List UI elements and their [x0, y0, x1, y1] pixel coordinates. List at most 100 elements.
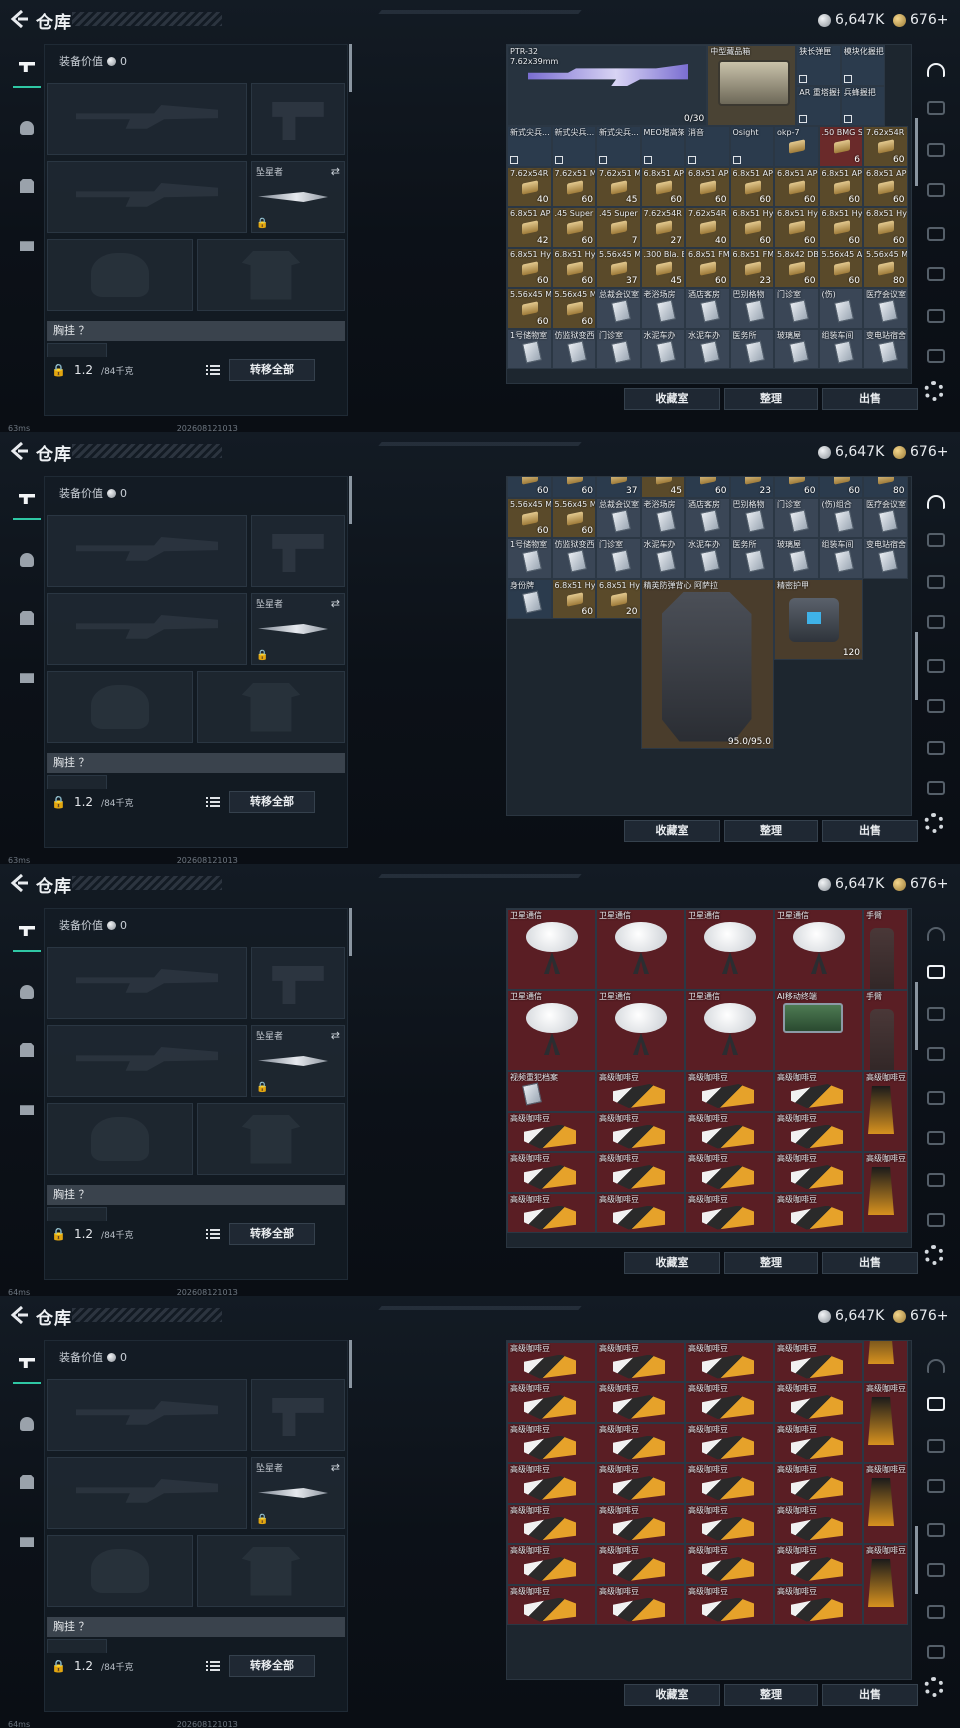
storage-tab-6-icon[interactable]	[922, 1124, 950, 1152]
item-cell[interactable]: 新式尖兵...	[507, 126, 552, 167]
list-icon[interactable]	[205, 794, 221, 810]
attachment-cell[interactable]: 狭长弹匣	[796, 45, 841, 86]
warehouse-scrollbar[interactable]	[915, 632, 918, 700]
item-cell[interactable]: 消音	[685, 126, 730, 167]
coffee-cell[interactable]: 高级咖啡豆	[507, 1192, 596, 1233]
item-cell[interactable]: 老浴场房	[640, 497, 685, 538]
gold-currency[interactable]: 676+	[893, 874, 948, 894]
storage-tab-2-icon[interactable]	[922, 526, 950, 554]
storage-tab-3-icon[interactable]	[922, 136, 950, 164]
coffee-cell[interactable]: 高级咖啡豆	[507, 1382, 596, 1423]
coffee-cell[interactable]: 高级咖啡豆	[507, 1463, 596, 1504]
storage-tab-4-icon[interactable]	[922, 176, 950, 204]
coffee-cell[interactable]: 高级咖啡豆	[596, 1192, 685, 1233]
item-cell[interactable]: 6.8x51 AP 60	[863, 166, 908, 207]
coffee-bag-cell[interactable]: 高级咖啡豆	[863, 1341, 908, 1382]
silver-currency[interactable]: 6,647K	[818, 874, 884, 894]
body-armor-slot[interactable]	[197, 1103, 345, 1175]
silver-currency[interactable]: 6,647K	[818, 1306, 884, 1326]
item-cell[interactable]: 仿监狱变西	[551, 328, 596, 369]
item-cell[interactable]: 6.8x51 AP 42	[507, 207, 552, 248]
item-cell[interactable]: 1号储物室	[507, 328, 552, 369]
back-icon[interactable]	[8, 8, 30, 30]
item-cell[interactable]: 身份牌	[507, 578, 552, 619]
coffee-cell[interactable]: 高级咖啡豆	[685, 1192, 774, 1233]
item-cell[interactable]: 水泥车办	[685, 538, 730, 579]
chest-rig-header[interactable]: 胸挂 ？	[47, 1185, 345, 1205]
item-cell[interactable]: 5.56x45 AP 60	[818, 247, 863, 288]
item-cell[interactable]: Osight	[729, 126, 774, 167]
coffee-cell[interactable]: 高级咖啡豆	[685, 1111, 774, 1152]
helmet-slot[interactable]	[47, 1103, 193, 1175]
item-cell[interactable]: 7.62x54R BT 40	[685, 207, 730, 248]
coffee-cell[interactable]: 高级咖啡豆	[685, 1584, 774, 1625]
transfer-all-button[interactable]: 转移全部	[229, 1223, 315, 1245]
secondary-weapon-slot[interactable]	[47, 593, 247, 665]
tab-helmet[interactable]	[13, 540, 41, 580]
item-cell[interactable]: 5.56x4560	[818, 477, 863, 498]
item-cell[interactable]: 总裁会议室	[596, 288, 641, 329]
item-cell[interactable]: 6.8x51 Hybrid 60	[507, 247, 552, 288]
settings-icon[interactable]	[924, 1245, 944, 1265]
item-cell[interactable]: 组装车间	[818, 328, 863, 369]
item-cell[interactable]: 6.8x51 Hybrid 60	[551, 578, 596, 619]
attachment-cell[interactable]: 兵蜂握把	[840, 85, 886, 126]
item-cell[interactable]: 医疗会议室	[863, 497, 908, 538]
item-cell[interactable]: 6.8x51 FMJ 60	[685, 247, 730, 288]
melee-slot[interactable]: 坠星者 ⇄ 🔒	[251, 1457, 345, 1529]
storage-tab-8-icon[interactable]	[922, 1638, 950, 1666]
pistol-slot[interactable]	[251, 947, 345, 1019]
item-cell[interactable]: 医务所	[729, 538, 774, 579]
storage-tab-1-icon[interactable]	[922, 488, 950, 516]
sell-button[interactable]: 出售	[822, 388, 918, 410]
item-cell[interactable]: (伤)组合	[818, 497, 863, 538]
gold-currency[interactable]: 676+	[893, 10, 948, 30]
loadout-scrollbar[interactable]	[349, 476, 352, 524]
collection-room-button[interactable]: 收藏室	[624, 1684, 720, 1706]
satellite-cell[interactable]: 卫星通信	[685, 990, 774, 1071]
item-cell[interactable]: 新式尖兵...	[596, 126, 641, 167]
item-cell[interactable]: .300 Bla.45	[640, 477, 685, 498]
chest-rig-slot[interactable]	[47, 1639, 107, 1653]
tab-armor[interactable]	[13, 598, 41, 638]
item-cell[interactable]: 5.56x4580	[863, 477, 908, 498]
storage-tab-3-icon[interactable]	[922, 1000, 950, 1028]
satellite-cell[interactable]: 卫星通信	[596, 909, 685, 990]
coffee-cell[interactable]: 高级咖啡豆	[774, 1341, 863, 1382]
coffee-cell[interactable]: 高级咖啡豆	[507, 1341, 596, 1382]
storage-tab-7-icon[interactable]	[922, 734, 950, 762]
coffee-cell[interactable]: 高级咖啡豆	[685, 1463, 774, 1504]
item-cell[interactable]: 5.56x45 M855A1 60	[507, 288, 552, 329]
tab-armor[interactable]	[13, 1030, 41, 1070]
item-cell[interactable]: 5.56x45 M855A1 60	[507, 497, 552, 538]
tab-backpack[interactable]	[13, 1520, 41, 1560]
list-icon[interactable]	[205, 362, 221, 378]
storage-tab-1-icon[interactable]	[922, 920, 950, 948]
sell-button[interactable]: 出售	[822, 1252, 918, 1274]
item-cell[interactable]: 6.8x51 AP 60	[818, 166, 863, 207]
sell-button[interactable]: 出售	[822, 820, 918, 842]
warehouse-scrollbar[interactable]	[915, 1526, 918, 1594]
tab-helmet[interactable]	[13, 1404, 41, 1444]
silver-currency[interactable]: 6,647K	[818, 10, 884, 30]
item-cell[interactable]: (伤)	[818, 288, 863, 329]
helmet-slot[interactable]	[47, 671, 193, 743]
storage-tab-8-icon[interactable]	[922, 342, 950, 370]
coffee-cell[interactable]: 高级咖啡豆	[596, 1544, 685, 1585]
item-cell[interactable]: 5.56x45 M855A1 60	[551, 497, 596, 538]
settings-icon[interactable]	[924, 1677, 944, 1697]
storage-tab-3-icon[interactable]	[922, 1432, 950, 1460]
item-cell[interactable]: MEO增高架	[640, 126, 685, 167]
item-cell[interactable]: 6.8x5160	[507, 477, 552, 498]
satellite-cell[interactable]: 卫星通信	[774, 909, 863, 990]
coffee-cell[interactable]: 高级咖啡豆	[685, 1071, 774, 1112]
tab-backpack[interactable]	[13, 224, 41, 264]
storage-tab-2-icon[interactable]	[922, 1390, 950, 1418]
gold-currency[interactable]: 676+	[893, 442, 948, 462]
item-cell[interactable]: 6.8x51 AP 60	[685, 166, 730, 207]
tab-helmet[interactable]	[13, 972, 41, 1012]
item-cell[interactable]: 6.8x51 AP 60	[729, 166, 774, 207]
storage-tab-5-icon[interactable]	[922, 1084, 950, 1112]
attachment-cell[interactable]: 模块化握把	[840, 45, 886, 86]
item-cell[interactable]: .50 BMG SLAP 6	[818, 126, 863, 167]
